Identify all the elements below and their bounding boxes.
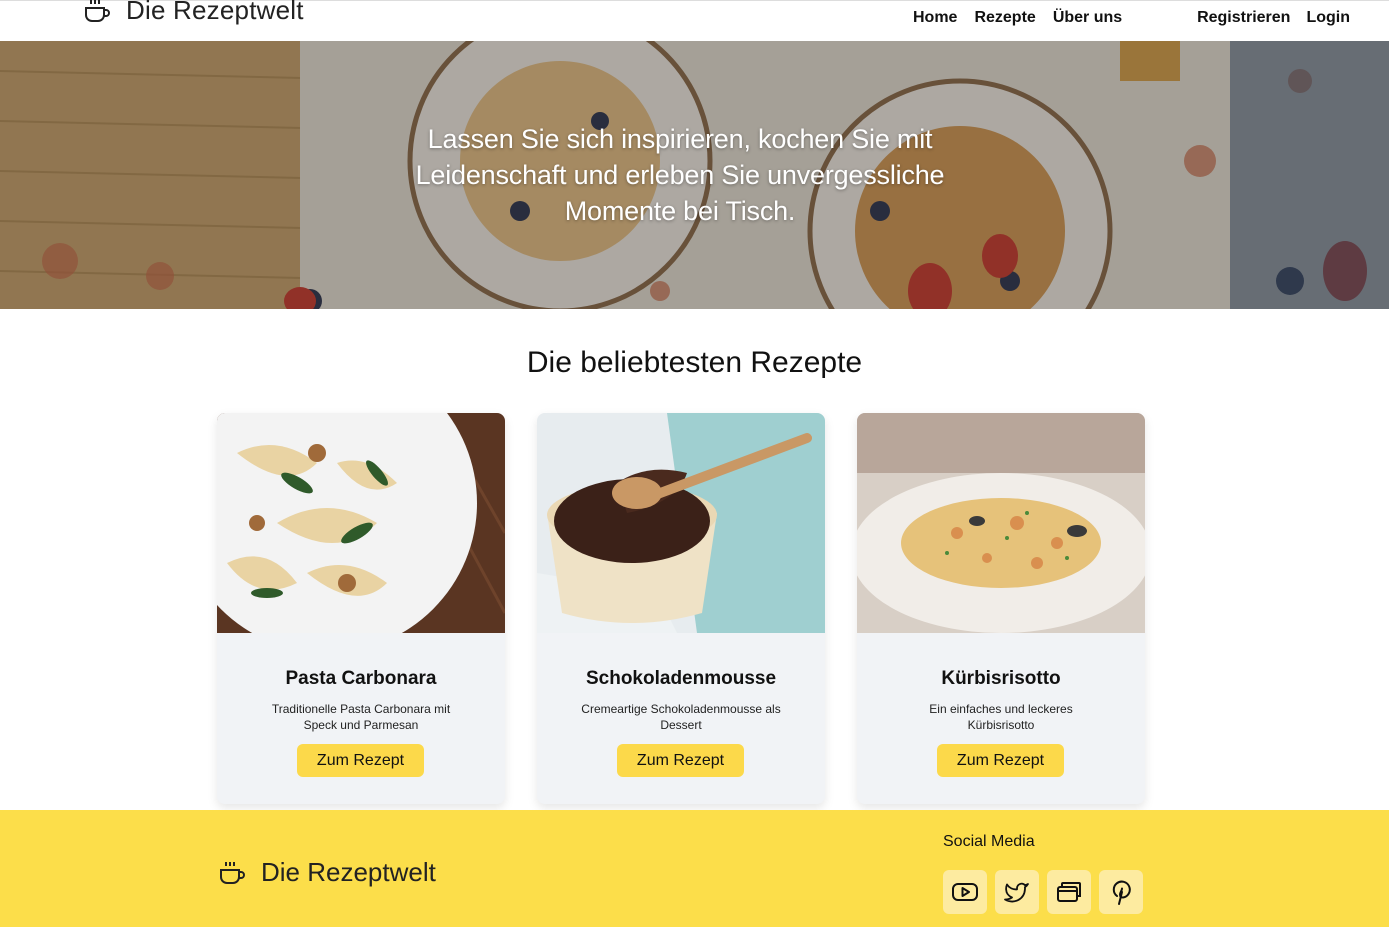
twitter-link[interactable] bbox=[995, 870, 1039, 914]
recipe-description: Cremeartige Schokoladenmousse als Desser… bbox=[581, 702, 781, 732]
youtube-link[interactable] bbox=[943, 870, 987, 914]
recipe-title: Schokoladenmousse bbox=[585, 668, 777, 689]
gallery-icon bbox=[1057, 882, 1081, 902]
recipe-description: Ein einfaches und leckeres Kürbisrisotto bbox=[929, 702, 1073, 732]
nav-link-home[interactable]: Home bbox=[913, 9, 957, 27]
zum-rezept-button[interactable]: Zum Rezept bbox=[937, 744, 1064, 777]
hero-banner: Lassen Sie sich inspirieren, kochen Sie … bbox=[0, 41, 1389, 309]
social-links bbox=[943, 870, 1143, 914]
nav-link-rezepte[interactable]: Rezepte bbox=[974, 9, 1035, 27]
section-title: Die beliebtesten Rezepte bbox=[526, 346, 863, 379]
register-link[interactable]: Registrieren bbox=[1197, 9, 1290, 27]
recipe-card: Kürbisrisotto Ein einfaches und leckeres… bbox=[857, 413, 1145, 804]
pinterest-link[interactable] bbox=[1099, 870, 1143, 914]
coffee-cup-icon bbox=[220, 861, 245, 884]
recipe-card: Schokoladenmousse Cremeartige Schokolade… bbox=[537, 413, 825, 804]
chocolate-mousse-photo bbox=[537, 413, 825, 633]
footer-brand-link[interactable]: Die Rezeptwelt bbox=[217, 857, 436, 888]
recipe-card: Pasta Carbonara Traditionelle Pasta Carb… bbox=[217, 413, 505, 804]
twitter-icon bbox=[1004, 882, 1029, 903]
social-media-heading: Social Media bbox=[943, 833, 1035, 850]
gallery-link[interactable] bbox=[1047, 870, 1091, 914]
pinterest-icon bbox=[1112, 880, 1131, 905]
recipe-title: Pasta Carbonara bbox=[285, 668, 437, 689]
footer-brand-name: Die Rezeptwelt bbox=[261, 857, 436, 887]
coffee-cup-icon bbox=[85, 0, 110, 22]
hero-headline: Lassen Sie sich inspirieren, kochen Sie … bbox=[415, 124, 945, 226]
youtube-icon bbox=[952, 883, 978, 901]
recipe-description: Traditionelle Pasta Carbonara mit Speck … bbox=[271, 702, 451, 732]
account-nav: Registrieren Login bbox=[1197, 9, 1350, 27]
zum-rezept-button[interactable]: Zum Rezept bbox=[617, 744, 744, 777]
top-navigation: Die Rezeptwelt Home Rezepte Über uns Reg… bbox=[0, 0, 1389, 41]
pasta-photo bbox=[217, 413, 505, 633]
recipe-title: Kürbisrisotto bbox=[941, 668, 1061, 689]
brand-logo-link[interactable]: Die Rezeptwelt bbox=[82, 0, 304, 26]
nav-link-ueber-uns[interactable]: Über uns bbox=[1053, 9, 1122, 27]
zum-rezept-button[interactable]: Zum Rezept bbox=[297, 744, 424, 777]
login-link[interactable]: Login bbox=[1306, 9, 1350, 27]
main-nav: Home Rezepte Über uns bbox=[913, 9, 1122, 27]
brand-name: Die Rezeptwelt bbox=[126, 0, 304, 25]
risotto-photo bbox=[857, 413, 1145, 633]
footer: Die Rezeptwelt Social Media bbox=[0, 810, 1389, 927]
